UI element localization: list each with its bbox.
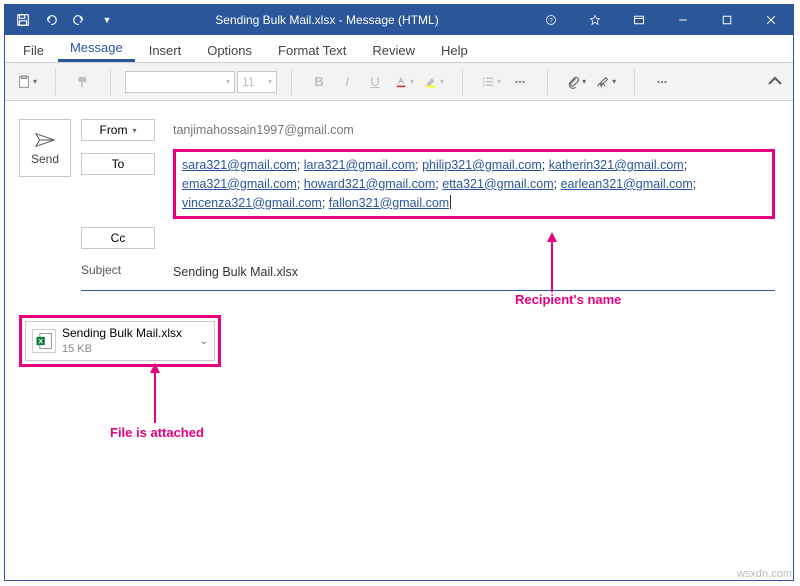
attachment-dropdown-icon[interactable]: ⌄ <box>200 336 208 347</box>
font-size-select[interactable]: 11▾ <box>237 71 277 93</box>
titlebar: ▼ Sending Bulk Mail.xlsx - Message (HTML… <box>5 5 793 35</box>
arrow-attachment <box>148 363 162 423</box>
from-value: tanjimahossain1997@gmail.com <box>173 119 775 140</box>
attachment-name: Sending Bulk Mail.xlsx <box>62 326 194 342</box>
attachment-area: X Sending Bulk Mail.xlsx 15 KB ⌄ <box>19 315 775 367</box>
signature-button[interactable]: ▾ <box>592 69 620 95</box>
coming-soon-icon[interactable] <box>573 5 617 35</box>
send-button[interactable]: Send <box>19 119 71 177</box>
attachment-size: 15 KB <box>62 342 194 356</box>
save-icon[interactable] <box>11 8 35 32</box>
highlight-button[interactable]: ▾ <box>420 69 448 95</box>
to-button[interactable]: To <box>81 153 155 175</box>
attachment-highlight: X Sending Bulk Mail.xlsx 15 KB ⌄ <box>19 315 221 367</box>
collapse-ribbon-icon[interactable] <box>763 69 787 93</box>
tab-format-text[interactable]: Format Text <box>266 39 358 62</box>
excel-icon: X <box>32 329 56 353</box>
cc-button[interactable]: Cc <box>81 227 155 249</box>
recipients-list: sara321@gmail.com; lara321@gmail.com; ph… <box>182 156 696 210</box>
annotation-attachment: File is attached <box>110 425 204 440</box>
watermark: wsxdn.com <box>737 568 792 580</box>
subject-label: Subject <box>81 261 155 277</box>
tab-options[interactable]: Options <box>195 39 264 62</box>
ribbon-display-icon[interactable] <box>617 5 661 35</box>
font-color-button[interactable]: ▾ <box>390 69 418 95</box>
from-button[interactable]: From▾ <box>81 119 155 141</box>
bullets-button[interactable]: ▾ <box>477 69 505 95</box>
attach-button[interactable]: ▾ <box>562 69 590 95</box>
send-label: Send <box>31 152 59 166</box>
format-painter-icon[interactable] <box>70 69 96 95</box>
redo-icon[interactable] <box>67 8 91 32</box>
to-field[interactable]: sara321@gmail.com; lara321@gmail.com; ph… <box>173 149 775 219</box>
compose-area: Send From▾ tanjimahossain1997@gmail.com … <box>5 101 793 379</box>
tab-help[interactable]: Help <box>429 39 480 62</box>
annotation-recipients: Recipient's name <box>515 292 621 307</box>
tab-insert[interactable]: Insert <box>137 39 194 62</box>
qat-customize-icon[interactable]: ▼ <box>95 8 119 32</box>
help-icon[interactable]: ? <box>529 5 573 35</box>
font-family-select[interactable]: ▾ <box>125 71 235 93</box>
overflow-button[interactable] <box>649 69 675 95</box>
close-icon[interactable] <box>749 5 793 35</box>
svg-text:?: ? <box>549 18 553 24</box>
attachment-card[interactable]: X Sending Bulk Mail.xlsx 15 KB ⌄ <box>25 321 215 361</box>
underline-button[interactable]: U <box>362 69 388 95</box>
subject-field[interactable]: Sending Bulk Mail.xlsx <box>173 261 775 282</box>
tab-file[interactable]: File <box>11 39 56 62</box>
ellipsis-button[interactable] <box>507 69 533 95</box>
maximize-icon[interactable] <box>705 5 749 35</box>
outlook-compose-window: ▼ Sending Bulk Mail.xlsx - Message (HTML… <box>4 4 794 581</box>
tab-message[interactable]: Message <box>58 36 135 62</box>
tab-review[interactable]: Review <box>360 39 427 62</box>
ribbon-tabs: File Message Insert Options Format Text … <box>5 35 793 63</box>
font-size-value: 11 <box>242 75 254 89</box>
bold-button[interactable]: B <box>306 69 332 95</box>
italic-button[interactable]: I <box>334 69 360 95</box>
cc-field[interactable] <box>173 227 775 229</box>
arrow-recipients <box>545 232 559 292</box>
undo-icon[interactable] <box>39 8 63 32</box>
svg-text:X: X <box>38 339 43 346</box>
ribbon: ▾ ▾ 11▾ B I U ▾ ▾ ▾ ▾ ▾ <box>5 63 793 101</box>
minimize-icon[interactable] <box>661 5 705 35</box>
paste-icon[interactable]: ▾ <box>13 69 41 95</box>
window-title: Sending Bulk Mail.xlsx - Message (HTML) <box>125 13 529 27</box>
